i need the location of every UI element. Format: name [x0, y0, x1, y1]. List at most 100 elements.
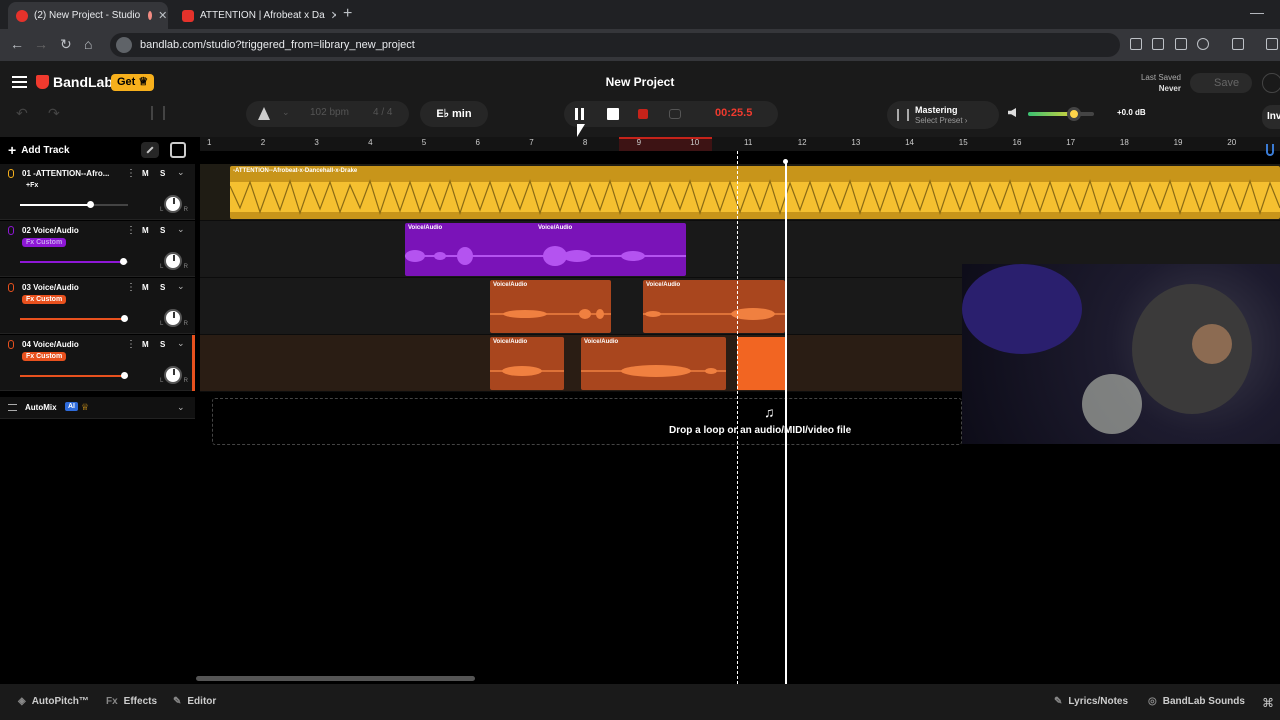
editor-button[interactable]: ✎ Editor: [173, 696, 216, 707]
redo-button[interactable]: ↷: [48, 105, 60, 122]
record-icon[interactable]: [638, 109, 648, 119]
sidebar-icon[interactable]: [1232, 38, 1244, 50]
stop-icon[interactable]: [607, 108, 619, 120]
playhead[interactable]: [785, 161, 787, 684]
mute-button[interactable]: M: [142, 283, 149, 292]
forward-button[interactable]: →: [34, 36, 48, 52]
track-fx-badge[interactable]: Fx Custom: [22, 352, 67, 361]
key-button[interactable]: E♭ min: [420, 101, 488, 127]
close-tab-icon[interactable]: ✕: [152, 9, 167, 22]
audio-clip[interactable]: Voice/Audio: [490, 280, 611, 333]
audio-clip[interactable]: Voice/Audio: [490, 337, 564, 390]
horizontal-scrollbar[interactable]: [196, 676, 475, 681]
back-button[interactable]: ←: [10, 36, 24, 52]
track-fx-badge[interactable]: Fx Custom: [22, 238, 67, 247]
chevron-down-icon[interactable]: ⌄: [177, 224, 185, 235]
mute-button[interactable]: M: [142, 226, 149, 235]
track-header[interactable]: 01 -ATTENTION--Afro... +Fx ⋮ M S ⌄ L R: [0, 164, 195, 220]
chevron-down-icon[interactable]: ⌄: [177, 402, 185, 413]
shortcuts-icon[interactable]: ⌘: [1262, 696, 1274, 710]
bandlab-sounds-button[interactable]: ◎ BandLab Sounds: [1148, 696, 1245, 707]
track-fx-badge[interactable]: Fx Custom: [22, 295, 67, 304]
more-options-icon[interactable]: ⋮: [126, 225, 136, 236]
chevron-down-icon[interactable]: ⌄: [177, 338, 185, 349]
tab-attention[interactable]: ATTENTION | Afrobeat x Da ✕: [174, 2, 336, 29]
volume-icon[interactable]: [1008, 108, 1016, 117]
recording-clip[interactable]: [737, 337, 785, 390]
volume-knob[interactable]: [120, 315, 128, 322]
cast-icon[interactable]: [1152, 38, 1164, 50]
snap-magnet-icon[interactable]: [1266, 144, 1274, 156]
more-options-icon[interactable]: ⋮: [126, 339, 136, 350]
more-options-icon[interactable]: ⋮: [126, 282, 136, 293]
time-signature-field[interactable]: 4 / 4: [373, 107, 392, 118]
new-tab-button[interactable]: +: [343, 5, 352, 23]
timeline-ruler[interactable]: 1 2 3 4 5 6 7 8 9 10 11 12 13 14 15 16 17 18 19 20: [200, 137, 1280, 151]
account-icon[interactable]: [1262, 73, 1280, 93]
volume-knob[interactable]: [120, 372, 128, 379]
mute-button[interactable]: M: [142, 340, 149, 349]
solo-button[interactable]: S: [160, 283, 165, 292]
minimize-window-button[interactable]: —: [1250, 4, 1264, 20]
track-header[interactable]: 02 Voice/Audio Fx Custom ⋮ M S ⌄ L R: [0, 221, 195, 277]
microphone-icon[interactable]: [8, 283, 14, 292]
translate-icon[interactable]: [1175, 38, 1187, 50]
home-button[interactable]: ⌂: [84, 36, 92, 52]
track-volume-slider[interactable]: [20, 201, 128, 208]
audio-clip[interactable]: Voice/Audio: [643, 280, 785, 333]
track-header[interactable]: 04 Voice/Audio Fx Custom ⋮ M S ⌄ L R: [0, 335, 195, 391]
lyrics-notes-button[interactable]: ✎ Lyrics/Notes: [1054, 696, 1128, 707]
autopitch-button[interactable]: ◈ AutoPitch™: [18, 696, 89, 707]
microphone-icon[interactable]: [8, 340, 14, 349]
magic-wand-icon[interactable]: [141, 142, 159, 158]
track-name[interactable]: 04 Voice/Audio: [22, 340, 122, 349]
solo-button[interactable]: S: [160, 226, 165, 235]
project-title[interactable]: New Project: [0, 75, 1280, 89]
microphone-icon[interactable]: [8, 169, 14, 178]
master-volume-slider[interactable]: [1028, 107, 1094, 121]
solo-button[interactable]: S: [160, 340, 165, 349]
effects-button[interactable]: Fx Effects: [106, 696, 157, 707]
track-volume-slider[interactable]: [20, 372, 128, 379]
mute-button[interactable]: M: [142, 169, 149, 178]
track-volume-slider[interactable]: [20, 258, 128, 265]
audio-clip[interactable]: Voice/Audio Voice/Audio: [405, 223, 686, 276]
loop-icon[interactable]: [669, 109, 681, 119]
pause-icon[interactable]: [575, 108, 584, 120]
automix-row[interactable]: AutoMix AI ♕ ⌄: [0, 397, 195, 419]
mastering-button[interactable]: Mastering Select Preset ›: [887, 101, 999, 129]
chevron-down-icon[interactable]: ⌄: [177, 167, 185, 178]
chevron-down-icon[interactable]: ⌄: [177, 281, 185, 292]
solo-button[interactable]: S: [160, 169, 165, 178]
playhead-handle[interactable]: [783, 159, 788, 164]
volume-knob[interactable]: [1067, 107, 1082, 121]
track-name[interactable]: 02 Voice/Audio: [22, 226, 122, 235]
chevron-down-icon[interactable]: ⌄: [282, 107, 290, 118]
bookmark-star-icon[interactable]: [1197, 38, 1209, 50]
invite-button[interactable]: Inv: [1262, 105, 1280, 129]
tab-studio[interactable]: (2) New Project - Studio ✕: [8, 2, 168, 29]
bpm-field[interactable]: 102 bpm: [310, 107, 349, 118]
audio-clip[interactable]: -ATTENTION--Afrobeat-x-Dancehall-x-Drake: [230, 166, 1280, 219]
save-button[interactable]: Save: [1190, 73, 1252, 93]
close-tab-icon[interactable]: ✕: [325, 9, 336, 22]
extensions-icon[interactable]: [1266, 38, 1278, 50]
site-info-icon[interactable]: [116, 37, 132, 53]
volume-knob[interactable]: [119, 258, 127, 265]
undo-button[interactable]: ↶: [16, 105, 28, 122]
track-header[interactable]: 03 Voice/Audio Fx Custom ⋮ M S ⌄ L R: [0, 278, 195, 334]
url-bar[interactable]: bandlab.com/studio?triggered_from=librar…: [110, 33, 1120, 57]
track-volume-slider[interactable]: [20, 315, 128, 322]
mixer-icon[interactable]: [151, 106, 165, 120]
audio-clip[interactable]: Voice/Audio: [581, 337, 726, 390]
volume-knob[interactable]: [87, 201, 95, 208]
reload-button[interactable]: ↻: [60, 36, 72, 53]
reading-mode-icon[interactable]: [1130, 38, 1142, 50]
add-track-button[interactable]: + Add Track: [8, 142, 70, 158]
track-name[interactable]: 03 Voice/Audio: [22, 283, 122, 292]
more-options-icon[interactable]: ⋮: [126, 168, 136, 179]
track-fx-badge[interactable]: +Fx: [22, 181, 42, 190]
track-name[interactable]: 01 -ATTENTION--Afro...: [22, 169, 122, 178]
microphone-icon[interactable]: [8, 226, 14, 235]
drop-zone[interactable]: [212, 398, 962, 445]
